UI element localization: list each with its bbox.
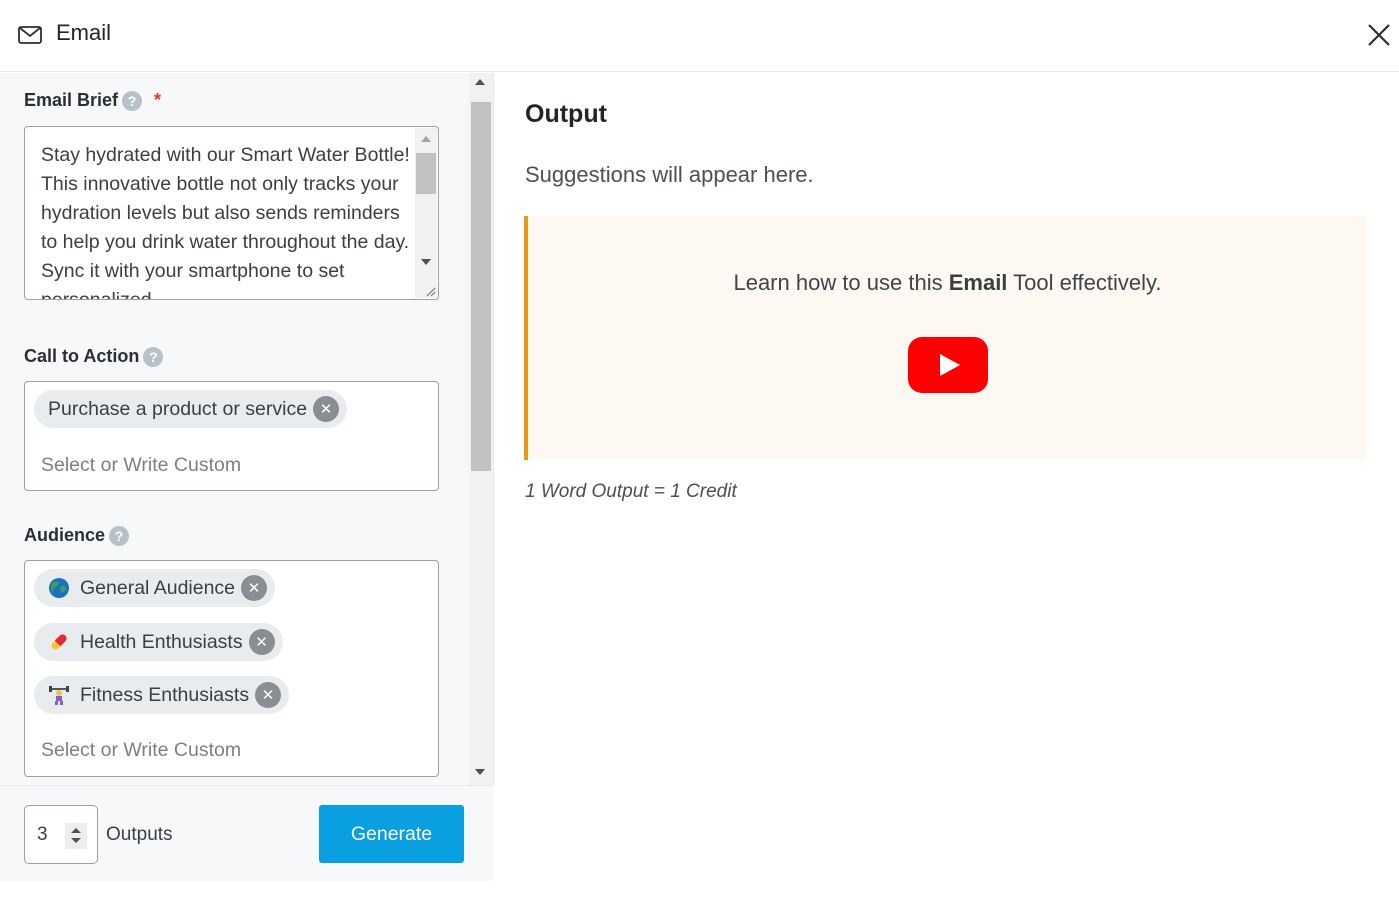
close-icon[interactable] <box>1364 20 1394 50</box>
form-scroll-area: Email Brief ? * Stay hydrated with our S… <box>0 73 470 785</box>
tag-chip: Fitness Enthusiasts ✕ <box>34 676 290 714</box>
output-placeholder-text: Suggestions will appear here. <box>525 162 814 187</box>
modal-title: Email <box>56 20 112 45</box>
outputs-count-value[interactable]: 3 <box>37 824 48 846</box>
tag-label: Fitness Enthusiasts <box>80 683 250 706</box>
resize-grip-icon[interactable] <box>424 285 436 297</box>
credit-note: 1 Word Output = 1 Credit <box>525 481 737 502</box>
tag-chip: General Audience ✕ <box>34 569 276 607</box>
tutorial-text-suffix: Tool effectively. <box>1007 270 1162 295</box>
modal-header: Email <box>0 0 1399 72</box>
remove-tag-icon[interactable]: ✕ <box>255 682 282 708</box>
increment-arrow-icon[interactable] <box>71 828 81 833</box>
generate-footer: 3 Outputs Generate <box>0 785 494 881</box>
scroll-down-arrow-icon[interactable] <box>421 259 431 265</box>
globe-icon <box>49 578 69 598</box>
scroll-up-arrow-icon[interactable] <box>475 79 485 85</box>
tag-chip: Health Enthusiasts ✕ <box>34 623 283 661</box>
tutorial-text: Learn how to use this Email Tool effecti… <box>528 270 1367 296</box>
youtube-play-icon[interactable] <box>907 336 989 394</box>
outputs-label: Outputs <box>106 824 173 845</box>
tag-label: Purchase a product or service <box>48 397 308 420</box>
mail-icon <box>18 26 42 44</box>
help-icon[interactable]: ? <box>122 90 143 111</box>
panel-scrollbar[interactable] <box>469 73 493 785</box>
remove-tag-icon[interactable]: ✕ <box>241 575 268 601</box>
output-title: Output <box>525 100 607 128</box>
tag-label: Health Enthusiasts <box>80 630 243 653</box>
output-panel: Output Suggestions will appear here. Lea… <box>495 73 1399 919</box>
pill-icon <box>51 634 67 650</box>
audience-label-text: Audience <box>24 525 106 545</box>
scroll-up-arrow-icon[interactable] <box>421 136 431 142</box>
email-brief-label-text: Email Brief <box>24 90 119 110</box>
stepper-arrows[interactable] <box>65 823 87 849</box>
tutorial-tool-name: Email <box>948 270 1008 295</box>
outputs-count-stepper[interactable]: 3 <box>24 805 98 864</box>
audience-input[interactable]: Select or Write Custom <box>41 739 241 762</box>
call-to-action-label-text: Call to Action <box>24 346 140 366</box>
remove-tag-icon[interactable]: ✕ <box>248 629 275 655</box>
textarea-scrollbar[interactable] <box>415 128 437 298</box>
help-icon[interactable]: ? <box>143 346 164 367</box>
tag-label: General Audience <box>80 576 236 599</box>
email-brief-textarea[interactable]: Stay hydrated with our Smart Water Bottl… <box>24 126 439 300</box>
scroll-thumb[interactable] <box>471 102 491 471</box>
remove-tag-icon[interactable]: ✕ <box>313 396 340 422</box>
email-brief-label: Email Brief ? * <box>24 90 161 111</box>
tutorial-callout: Learn how to use this Email Tool effecti… <box>524 216 1367 460</box>
call-to-action-label: Call to Action ? <box>24 346 164 367</box>
tutorial-text-prefix: Learn how to use this <box>733 270 949 295</box>
call-to-action-input[interactable]: Select or Write Custom <box>41 454 241 477</box>
scroll-down-arrow-icon[interactable] <box>475 769 485 775</box>
required-mark: * <box>154 90 162 110</box>
scroll-thumb[interactable] <box>416 153 436 194</box>
tag-chip: Purchase a product or service ✕ <box>34 390 348 428</box>
email-brief-text[interactable]: Stay hydrated with our Smart Water Bottl… <box>41 141 411 299</box>
generate-button[interactable]: Generate <box>319 805 464 863</box>
decrement-arrow-icon[interactable] <box>71 838 81 843</box>
audience-select[interactable]: General Audience ✕ Health Enthusiasts ✕ <box>24 560 439 777</box>
help-icon[interactable]: ? <box>109 525 130 546</box>
weightlifter-icon <box>49 686 69 705</box>
call-to-action-select[interactable]: Purchase a product or service ✕ Select o… <box>24 381 439 491</box>
input-panel: Email Brief ? * Stay hydrated with our S… <box>0 73 494 881</box>
audience-label: Audience ? <box>24 525 130 546</box>
